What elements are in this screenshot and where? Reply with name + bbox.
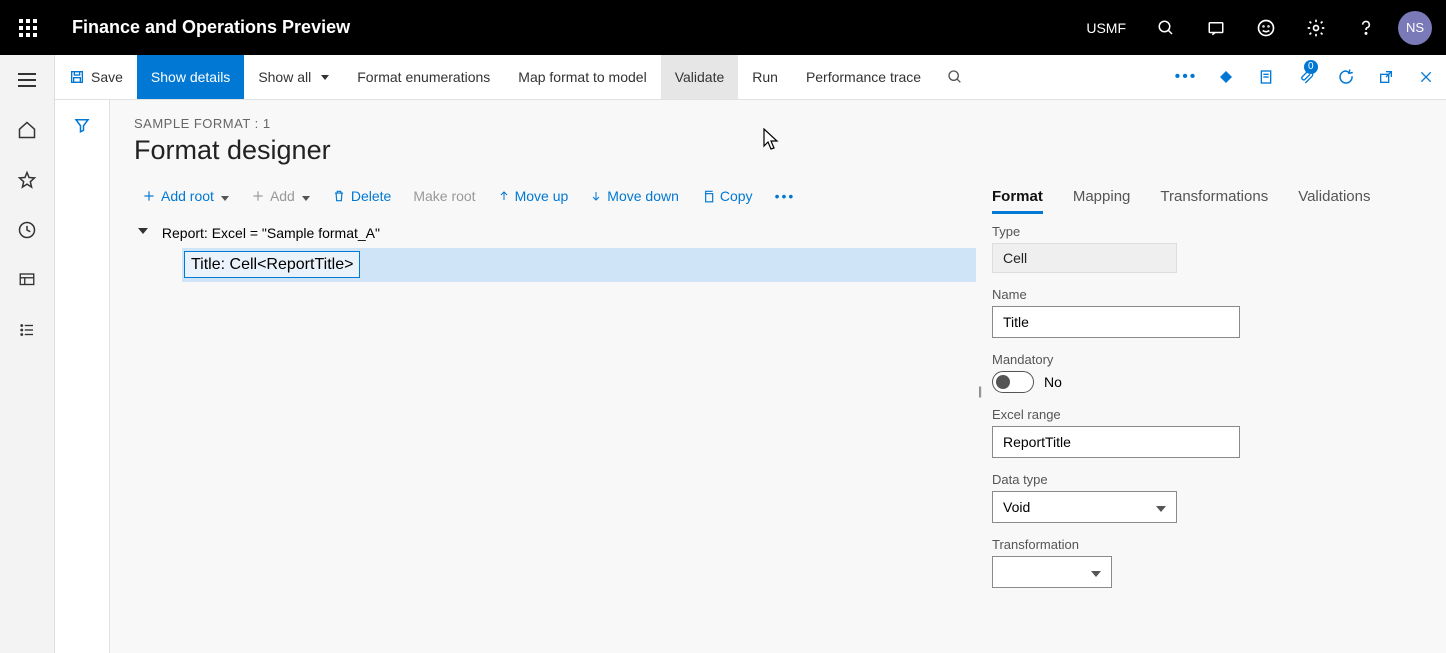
splitter-handle[interactable]: || [978, 384, 980, 398]
modules-list-icon[interactable] [16, 319, 38, 341]
mandatory-toggle[interactable] [992, 371, 1034, 393]
close-icon[interactable] [1406, 55, 1446, 99]
name-input[interactable] [992, 306, 1240, 338]
mandatory-label: Mandatory [992, 352, 1422, 367]
page-icon[interactable] [1246, 55, 1286, 99]
type-label: Type [992, 224, 1422, 239]
transformation-select[interactable] [992, 556, 1112, 588]
tab-transformations[interactable]: Transformations [1160, 188, 1268, 214]
options-icon[interactable] [1206, 55, 1246, 99]
tree-overflow-icon[interactable]: ••• [775, 188, 796, 204]
tree-child-node[interactable]: Title: Cell<ReportTitle> [182, 248, 976, 282]
delete-button[interactable]: Delete [332, 188, 391, 204]
add-button: Add [251, 188, 310, 204]
chevron-down-icon [1091, 564, 1101, 580]
tree-root-node[interactable]: Report: Excel = "Sample format_A" [142, 218, 976, 248]
user-avatar[interactable]: NS [1398, 11, 1432, 45]
transformation-label: Transformation [992, 537, 1422, 552]
run-button[interactable]: Run [738, 55, 792, 99]
mandatory-value: No [1044, 374, 1062, 390]
hamburger-icon[interactable] [16, 69, 38, 91]
filter-funnel-icon[interactable] [73, 116, 91, 653]
chevron-down-icon [300, 188, 310, 204]
workspaces-icon[interactable] [16, 269, 38, 291]
copy-button[interactable]: Copy [701, 188, 753, 204]
tab-validations[interactable]: Validations [1298, 188, 1370, 214]
command-search-icon[interactable] [935, 55, 975, 99]
popout-icon[interactable] [1366, 55, 1406, 99]
data-type-select[interactable]: Void [992, 491, 1177, 523]
save-button[interactable]: Save [55, 55, 137, 99]
overflow-dots-icon[interactable]: ••• [1166, 55, 1206, 99]
map-format-button[interactable]: Map format to model [504, 55, 660, 99]
performance-trace-button[interactable]: Performance trace [792, 55, 935, 99]
add-root-button[interactable]: Add root [142, 188, 229, 204]
name-label: Name [992, 287, 1422, 302]
gear-icon[interactable] [1292, 0, 1340, 55]
move-up-button[interactable]: Move up [498, 188, 569, 204]
help-icon[interactable] [1342, 0, 1390, 55]
company-selector[interactable]: USMF [1072, 0, 1140, 55]
chevron-down-icon [219, 188, 229, 204]
attachments-icon[interactable]: 0 [1286, 55, 1326, 99]
attachment-count: 0 [1304, 60, 1318, 74]
show-all-dropdown[interactable]: Show all [244, 55, 343, 99]
move-down-button[interactable]: Move down [590, 188, 679, 204]
format-enumerations-button[interactable]: Format enumerations [343, 55, 504, 99]
messages-icon[interactable] [1192, 0, 1240, 55]
home-icon[interactable] [16, 119, 38, 141]
save-icon [69, 69, 85, 85]
command-bar: Save Show details Show all Format enumer… [55, 55, 1446, 100]
smiley-icon[interactable] [1242, 0, 1290, 55]
tab-mapping[interactable]: Mapping [1073, 188, 1131, 214]
show-details-button[interactable]: Show details [137, 55, 244, 99]
tab-format[interactable]: Format [992, 188, 1043, 214]
data-type-label: Data type [992, 472, 1422, 487]
type-value: Cell [992, 243, 1177, 273]
favorites-star-icon[interactable] [16, 169, 38, 191]
tree-toolbar: Add root Add Delete Make root [134, 184, 976, 218]
app-title: Finance and Operations Preview [72, 17, 350, 38]
recent-clock-icon[interactable] [16, 219, 38, 241]
app-launcher-icon[interactable] [8, 8, 48, 48]
make-root-button: Make root [413, 188, 475, 204]
validate-button[interactable]: Validate [661, 55, 739, 99]
tree-expand-icon[interactable] [138, 228, 148, 234]
page-title: Format designer [134, 135, 1422, 166]
chevron-down-icon [1156, 499, 1166, 515]
excel-range-input[interactable] [992, 426, 1240, 458]
breadcrumb: SAMPLE FORMAT : 1 [134, 116, 1422, 131]
excel-range-label: Excel range [992, 407, 1422, 422]
search-icon[interactable] [1142, 0, 1190, 55]
refresh-icon[interactable] [1326, 55, 1366, 99]
